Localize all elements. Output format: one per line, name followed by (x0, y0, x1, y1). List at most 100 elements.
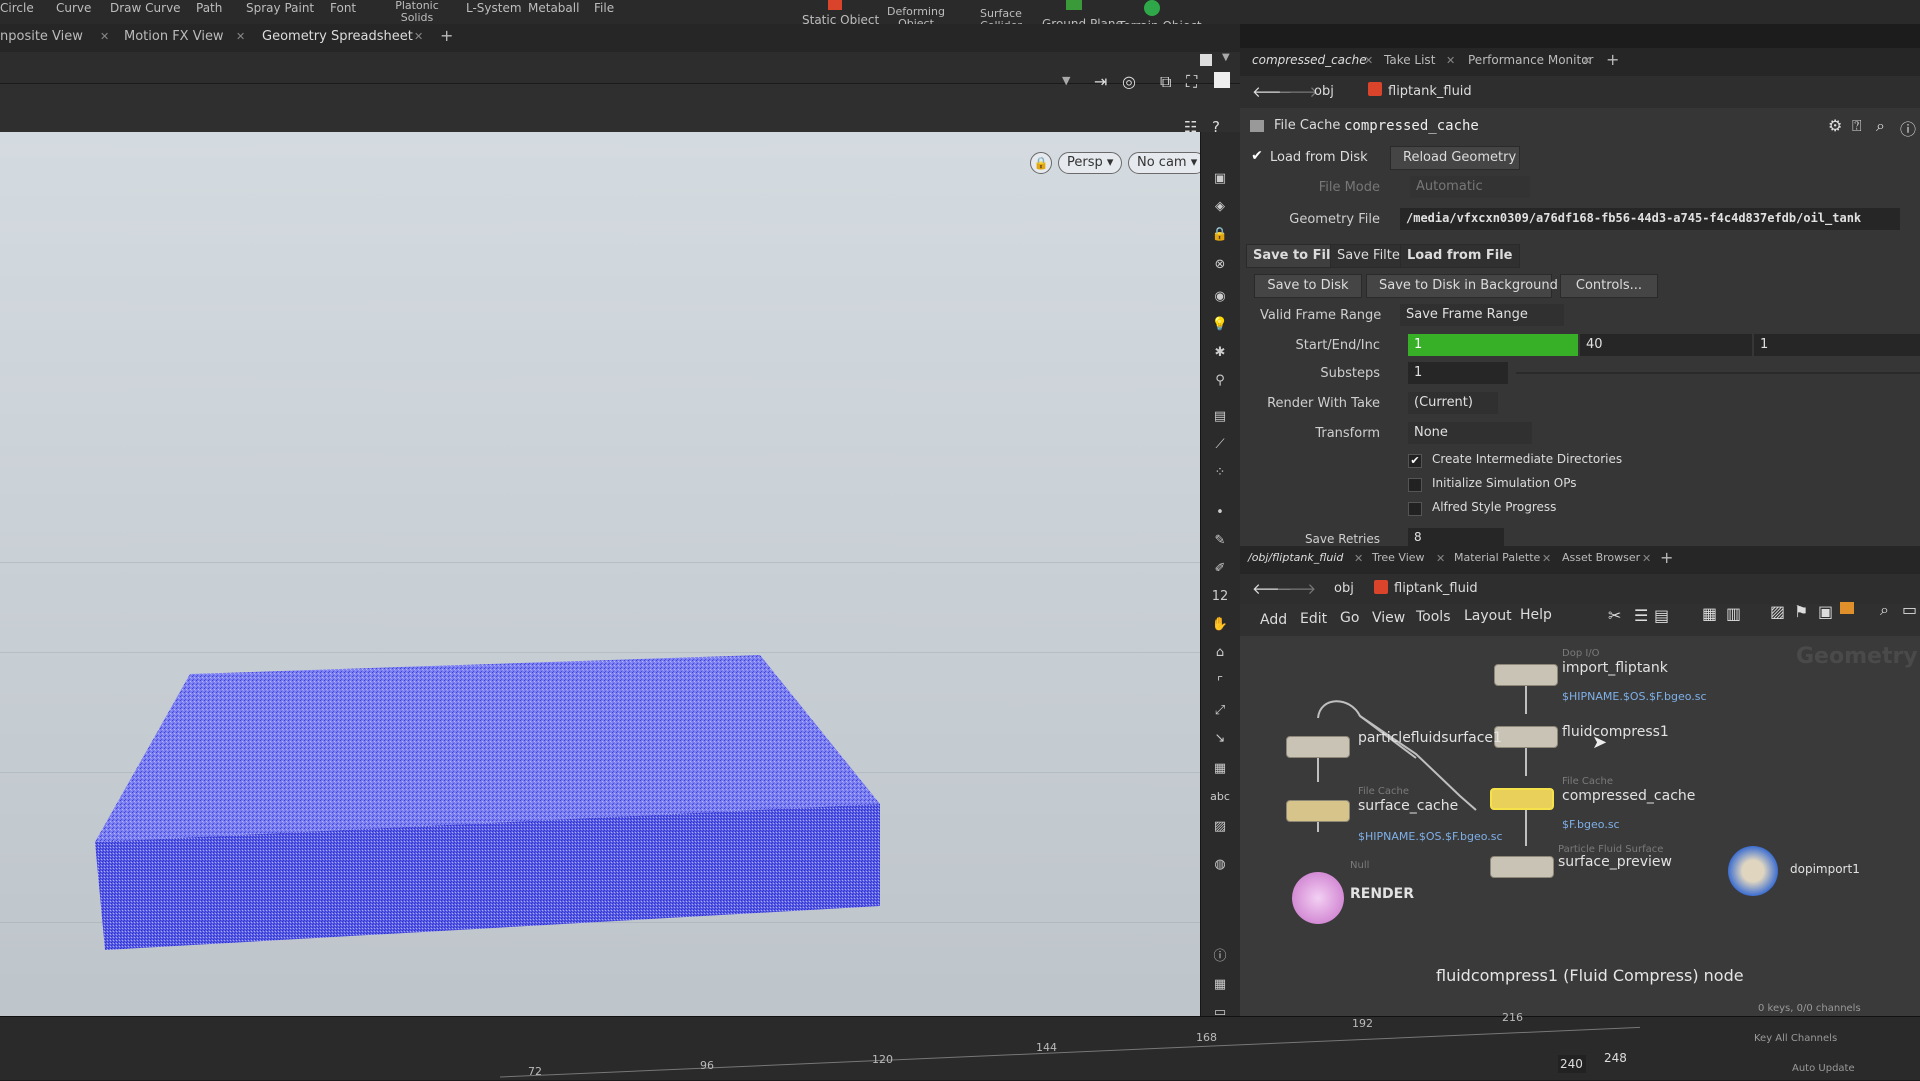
node-import-fliptank[interactable] (1494, 664, 1558, 686)
grid-icon[interactable]: ▦ (1702, 604, 1717, 623)
start-frame-field[interactable]: 1 (1408, 334, 1578, 356)
persp-menu-button[interactable]: Persp ▾ (1058, 152, 1123, 174)
shelf-tool-spray-paint[interactable]: Spray Paint (246, 2, 314, 14)
network-editor[interactable]: Geometry Dop I/O import_fliptank $HIPNAM… (1240, 636, 1920, 1016)
tab-composite-view[interactable]: nposite View (0, 29, 83, 44)
create-dirs-checkbox[interactable]: ✔ (1408, 454, 1422, 468)
pin-icon[interactable]: ⇥ (1094, 72, 1107, 91)
close-icon[interactable]: ✕ (1364, 54, 1373, 67)
dot-icon[interactable]: • (1210, 504, 1230, 522)
snapshot-icon[interactable]: ◍ (1210, 856, 1230, 874)
net-path-obj[interactable]: obj (1334, 581, 1354, 596)
grid-icon[interactable]: ▦ (1210, 976, 1230, 994)
load-from-disk-checkbox[interactable]: ✔ (1250, 149, 1264, 164)
controls-button[interactable]: Controls... (1560, 274, 1658, 298)
node-render[interactable] (1292, 872, 1344, 924)
add-tab-icon[interactable]: + (440, 26, 453, 45)
close-icon[interactable]: ✕ (1446, 54, 1455, 67)
select-icon[interactable]: ⛶ (1186, 72, 1197, 92)
save-retries-field[interactable]: 8 (1408, 528, 1504, 546)
add-tab-icon[interactable]: + (1660, 548, 1673, 567)
note-icon[interactable]: ▤ (1654, 606, 1669, 625)
tree-icon[interactable]: ☰ (1634, 606, 1648, 625)
menu-add[interactable]: Add (1260, 612, 1287, 628)
box-icon[interactable]: ▦ (1210, 760, 1230, 778)
geometry-file-field[interactable]: /media/vfxcxn0309/a76df168-fb56-44d3-a74… (1400, 208, 1900, 230)
text-icon[interactable]: abc (1210, 788, 1230, 806)
hand-icon[interactable]: ✋ (1210, 616, 1230, 634)
screen-icon[interactable]: ▭ (1902, 600, 1917, 619)
end-frame-field[interactable]: 240 (1558, 1055, 1586, 1073)
timeline[interactable]: 72 96 120 144 168 192 216 240 248 0 keys… (0, 1003, 1920, 1081)
end-frame-field[interactable]: 40 (1580, 334, 1752, 356)
pen-icon[interactable]: ✎ (1210, 532, 1230, 550)
alfred-checkbox[interactable] (1408, 502, 1422, 516)
close-icon[interactable]: ✕ (1354, 552, 1363, 565)
transform-select[interactable]: None (1408, 422, 1532, 444)
lock-camera-icon[interactable]: 🔒 (1030, 152, 1052, 174)
shelf-tool-path[interactable]: Path (196, 2, 222, 14)
palette-icon[interactable]: ▨ (1770, 602, 1785, 621)
ghost-icon[interactable]: ◈ (1210, 198, 1230, 216)
shelf-tool-draw-curve[interactable]: Draw Curve (110, 2, 181, 14)
points-icon[interactable]: ⁘ (1210, 464, 1230, 482)
snap-icon[interactable]: ◎ (1122, 72, 1136, 91)
node-surface-preview[interactable] (1490, 856, 1554, 878)
render-with-take-select[interactable]: (Current) (1408, 392, 1498, 414)
forward-arrow-icon[interactable]: 🡒 (1278, 82, 1318, 101)
shelf-tool-curve[interactable]: Curve (56, 2, 91, 14)
image-icon[interactable]: ▨ (1210, 818, 1230, 836)
tab-motion-fx-view[interactable]: Motion FX View (124, 29, 224, 44)
shelf-tool-metaball[interactable]: Metaball (528, 2, 579, 14)
reload-geometry-button[interactable]: Reload Geometry (1390, 146, 1520, 170)
tab-load-from-file[interactable]: Load from File (1400, 244, 1520, 268)
display-options-icon[interactable] (1200, 54, 1212, 66)
auto-update-button[interactable]: Auto Update (1792, 1063, 1855, 1074)
camera-menu-button[interactable]: No cam ▾ (1128, 152, 1207, 174)
menu-edit[interactable]: Edit (1300, 611, 1327, 627)
tab-performance-monitor[interactable]: Performance Monitor (1468, 53, 1593, 67)
path-node[interactable]: fliptank_fluid (1388, 84, 1472, 99)
help-icon[interactable]: ⍰ (1852, 116, 1862, 136)
node-dopimport1[interactable] (1728, 846, 1778, 896)
close-icon[interactable]: ✕ (100, 30, 109, 43)
shelf-icon[interactable] (1840, 602, 1854, 614)
close-icon[interactable]: ✕ (1642, 552, 1651, 565)
arrow-icon[interactable]: ↘ (1210, 730, 1230, 748)
save-to-disk-button[interactable]: Save to Disk (1254, 274, 1362, 298)
init-sim-checkbox[interactable] (1408, 478, 1422, 492)
node-name-field[interactable]: compressed_cache (1344, 118, 1479, 134)
image-icon[interactable]: ▣ (1818, 602, 1833, 621)
lock-icon[interactable]: 🔒 (1210, 226, 1230, 244)
corner-icon[interactable]: ⌜ (1210, 674, 1230, 692)
key-all-channels-button[interactable]: Key All Channels (1754, 1033, 1837, 1044)
valid-frame-range-select[interactable]: Save Frame Range (1400, 304, 1564, 326)
flag-icon[interactable]: ⚑ (1794, 602, 1808, 621)
shelf-tool-platonic[interactable]: Platonic Solids (392, 0, 442, 24)
node-surface-cache[interactable] (1286, 800, 1350, 822)
timeline-ruler[interactable] (0, 1017, 1640, 1081)
save-background-button[interactable]: Save to Disk in Background (1366, 274, 1558, 298)
normals-icon[interactable]: ⟋ (1210, 436, 1230, 454)
stamp-icon[interactable]: ⌂ (1210, 644, 1230, 662)
tab-take-list[interactable]: Take List (1384, 53, 1435, 67)
handle-icon[interactable]: ⧉ (1160, 72, 1171, 92)
menu-tools[interactable]: Tools (1416, 609, 1451, 625)
add-tab-icon[interactable]: + (1606, 50, 1619, 69)
brush-icon[interactable]: ✐ (1210, 560, 1230, 578)
list-icon[interactable]: ▥ (1726, 604, 1741, 623)
close-icon[interactable]: ✕ (1582, 54, 1591, 67)
tab-tree-view[interactable]: Tree View (1372, 551, 1425, 564)
headlight-icon[interactable]: ✱ (1210, 344, 1230, 362)
menu-help[interactable]: Help (1520, 607, 1552, 623)
gear-icon[interactable]: ⚙ (1828, 116, 1842, 135)
tab-network-path[interactable]: /obj/fliptank_fluid (1248, 551, 1343, 564)
node-particlefluidsurface1[interactable] (1286, 736, 1350, 758)
shelf-tool-file[interactable]: File (594, 2, 614, 14)
tab-compressed-cache[interactable]: compressed_cache (1252, 53, 1367, 67)
shelf-tool-lsystem[interactable]: L-System (466, 2, 522, 14)
info-icon[interactable]: ⓘ (1900, 116, 1916, 140)
visibility-icon[interactable]: ⊗ (1210, 256, 1230, 274)
chevron-down-icon[interactable]: ▼ (1222, 52, 1230, 63)
path-obj[interactable]: obj (1314, 84, 1334, 99)
